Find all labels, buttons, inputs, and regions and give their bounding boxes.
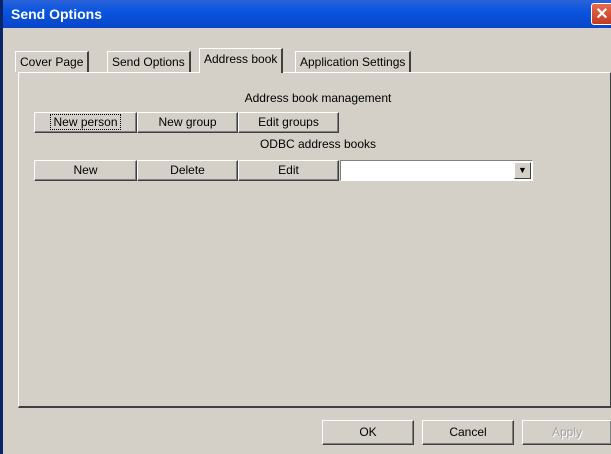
dropdown-glyph: ▼ <box>518 165 527 175</box>
odbc-delete-label: Delete <box>170 163 205 177</box>
apply-label: Apply <box>551 425 583 439</box>
new-person-button[interactable]: New person <box>34 112 137 133</box>
odbc-edit-label: Edit <box>278 163 299 177</box>
tab-send-options[interactable]: Send Options <box>107 51 191 72</box>
apply-button[interactable]: Apply <box>522 420 611 445</box>
tab-label: Address book <box>204 52 278 66</box>
odbc-new-button[interactable]: New <box>34 160 137 181</box>
close-glyph: ✕ <box>595 6 609 23</box>
new-group-button[interactable]: New group <box>137 112 238 133</box>
odbc-address-book-select[interactable]: ▼ <box>340 160 533 181</box>
ok-button[interactable]: OK <box>322 420 414 445</box>
chevron-down-icon[interactable]: ▼ <box>514 162 531 179</box>
dialog-window: Send Options ✕ Cover Page Send Options A… <box>0 0 611 454</box>
ok-label: OK <box>359 425 377 439</box>
odbc-delete-button[interactable]: Delete <box>137 160 238 181</box>
window-title: Send Options <box>11 6 102 22</box>
cancel-label: Cancel <box>449 425 487 439</box>
new-group-label: New group <box>158 115 217 129</box>
tab-cover-page[interactable]: Cover Page <box>15 51 90 72</box>
tab-label: Cover Page <box>20 55 84 69</box>
odbc-new-label: New <box>73 163 98 177</box>
new-person-label: New person <box>50 114 121 130</box>
edit-groups-label: Edit groups <box>258 115 319 129</box>
tab-label: Send Options <box>112 55 185 69</box>
odbc-edit-button[interactable]: Edit <box>238 160 339 181</box>
tab-label: Application Settings <box>300 55 406 69</box>
tab-address-book[interactable]: Address book <box>199 48 284 73</box>
odbc-address-books-label: ODBC address books <box>259 137 377 151</box>
address-book-management-label: Address book management <box>244 91 392 105</box>
tab-application-settings[interactable]: Application Settings <box>295 51 412 72</box>
cancel-button[interactable]: Cancel <box>422 420 514 445</box>
edit-groups-button[interactable]: Edit groups <box>238 112 339 133</box>
title-bar[interactable]: Send Options ✕ <box>3 0 611 28</box>
close-icon[interactable]: ✕ <box>591 3 611 25</box>
